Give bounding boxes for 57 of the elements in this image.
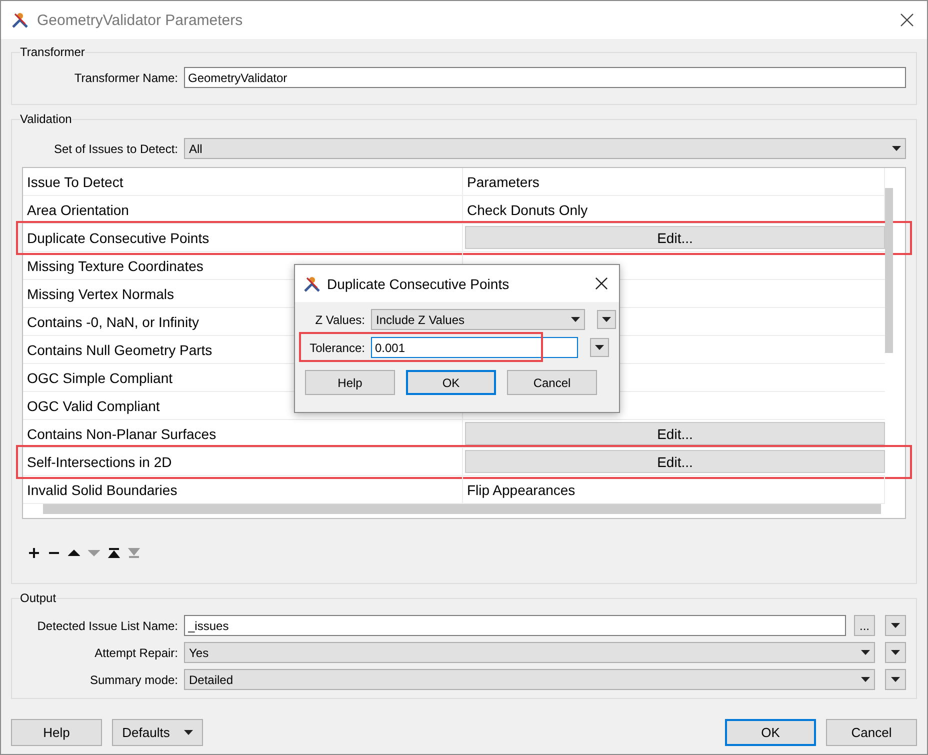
option-dropdown[interactable]: Detailed	[184, 669, 875, 690]
horizontal-scrollbar[interactable]	[43, 504, 881, 514]
field-label: Tolerance:	[308, 340, 365, 354]
ok-button[interactable]: OK	[406, 370, 496, 395]
issue-cell[interactable]: Duplicate Consecutive Points	[23, 224, 463, 251]
cancel-button[interactable]: Cancel	[826, 719, 917, 746]
caret-icon	[571, 317, 580, 322]
caret-icon	[892, 146, 901, 151]
menu-button[interactable]	[597, 310, 616, 329]
group-title: Transformer	[20, 45, 85, 59]
plus-icon[interactable]	[28, 547, 40, 559]
caret-icon	[891, 623, 900, 628]
defaults-button[interactable]: Defaults	[112, 719, 203, 746]
issue-cell[interactable]: Self-Intersections in 2D	[23, 448, 463, 475]
z-values-dropdown[interactable]: Include Z Values	[371, 309, 585, 330]
column-header: Issue To Detect	[23, 168, 463, 195]
group-title: Output	[20, 591, 56, 605]
list-name-field[interactable]: _issues	[184, 615, 846, 636]
caret-icon	[184, 730, 193, 735]
caret-icon	[602, 317, 611, 322]
transformer-name-field[interactable]: GeometryValidator	[184, 67, 906, 88]
field-label: Attempt Repair:	[94, 646, 178, 660]
help-button[interactable]: Help	[305, 370, 395, 395]
ok-button[interactable]: OK	[725, 719, 816, 746]
option-dropdown[interactable]: Yes	[184, 642, 875, 663]
field-label: Z Values:	[314, 312, 365, 326]
browse-button[interactable]: ...	[854, 615, 875, 636]
field-label: Detected Issue List Name:	[36, 618, 178, 632]
edit-button[interactable]: Edit...	[465, 226, 885, 249]
caret-icon	[891, 677, 900, 682]
caret-icon	[595, 345, 604, 350]
tools-icon	[11, 11, 29, 29]
field-label: Summary mode:	[88, 672, 178, 686]
menu-button[interactable]	[590, 338, 609, 357]
move-top-icon[interactable]	[108, 547, 120, 559]
help-button[interactable]: Help	[11, 719, 102, 746]
tools-icon	[303, 274, 321, 292]
group-title: Validation	[20, 112, 72, 126]
issue-cell[interactable]: Area Orientation	[23, 196, 463, 223]
edit-button[interactable]: Edit...	[465, 422, 885, 445]
cancel-button[interactable]: Cancel	[507, 370, 597, 395]
menu-button[interactable]	[885, 615, 906, 636]
issue-cell[interactable]: Invalid Solid Boundaries	[23, 476, 463, 503]
issue-cell[interactable]: Contains Non-Planar Surfaces	[23, 420, 463, 447]
caret-icon	[861, 650, 870, 655]
tolerance-field[interactable]: 0.001	[371, 337, 578, 358]
caret-icon	[891, 650, 900, 655]
field-label: Set of Issues to Detect:	[52, 142, 178, 156]
field-label: Transformer Name:	[73, 70, 178, 84]
window-title: GeometryValidator Parameters	[37, 12, 244, 28]
menu-button[interactable]	[885, 642, 906, 663]
menu-button[interactable]	[885, 669, 906, 690]
edit-button[interactable]: Edit...	[465, 450, 885, 473]
issues-dropdown[interactable]: All	[184, 138, 906, 159]
parameter-cell: Flip Appearances	[463, 476, 885, 503]
up-arrow-icon[interactable]	[68, 547, 80, 559]
caret-icon	[861, 677, 870, 682]
